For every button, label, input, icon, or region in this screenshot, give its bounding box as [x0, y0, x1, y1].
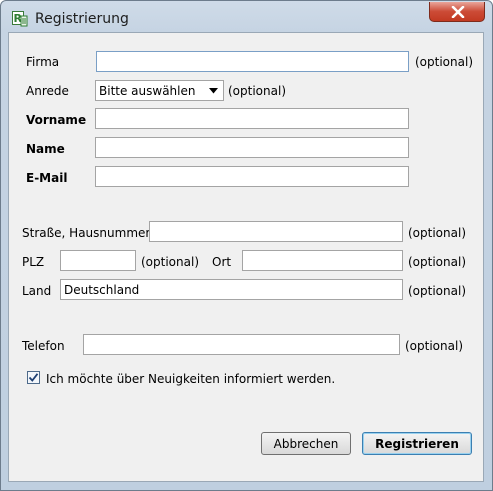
close-icon	[451, 6, 465, 18]
plz-label: PLZ	[22, 255, 45, 269]
plz-optional-hint: (optional)	[141, 255, 199, 269]
anrede-select[interactable]: Bitte auswählen	[95, 80, 224, 101]
strasse-input[interactable]	[149, 221, 403, 242]
app-logo-icon: R	[12, 11, 28, 27]
vorname-input[interactable]	[95, 108, 409, 129]
anrede-label: Anrede	[26, 84, 69, 98]
title-bar[interactable]: R Registrierung	[1, 1, 492, 33]
name-input[interactable]	[95, 137, 409, 158]
anrede-optional-hint: (optional)	[228, 84, 286, 98]
register-button[interactable]: Registrieren	[362, 432, 472, 455]
registration-dialog: R Registrierung Firma (optional) Anrede …	[0, 0, 493, 491]
form-panel: Firma (optional) Anrede Bitte auswählen …	[8, 32, 484, 482]
email-label: E-Mail	[26, 171, 68, 185]
firma-input[interactable]	[96, 51, 409, 72]
plz-input[interactable]	[60, 250, 136, 271]
anrede-selected-value: Bitte auswählen	[99, 84, 196, 98]
firma-optional-hint: (optional)	[415, 55, 473, 69]
ort-optional-hint: (optional)	[408, 255, 466, 269]
firma-label: Firma	[26, 55, 60, 69]
newsletter-checkbox[interactable]	[27, 371, 40, 384]
strasse-optional-hint: (optional)	[408, 226, 466, 240]
ort-input[interactable]	[242, 250, 403, 271]
telefon-input[interactable]	[83, 334, 400, 355]
land-label: Land	[22, 284, 52, 298]
window-title: Registrierung	[35, 11, 129, 27]
cancel-button[interactable]: Abbrechen	[261, 432, 351, 455]
telefon-label: Telefon	[22, 339, 65, 353]
name-label: Name	[26, 142, 65, 156]
ort-label: Ort	[212, 255, 232, 269]
newsletter-label[interactable]: Ich möchte über Neuigkeiten informiert w…	[46, 372, 335, 386]
land-optional-hint: (optional)	[408, 284, 466, 298]
telefon-optional-hint: (optional)	[405, 339, 463, 353]
vorname-label: Vorname	[26, 113, 87, 127]
strasse-label: Straße, Hausnummer	[22, 226, 151, 240]
email-input[interactable]	[95, 166, 409, 187]
land-input[interactable]	[60, 279, 403, 300]
close-button[interactable]	[429, 2, 485, 22]
dropdown-arrow-icon	[209, 88, 218, 94]
checkmark-icon	[28, 373, 39, 382]
